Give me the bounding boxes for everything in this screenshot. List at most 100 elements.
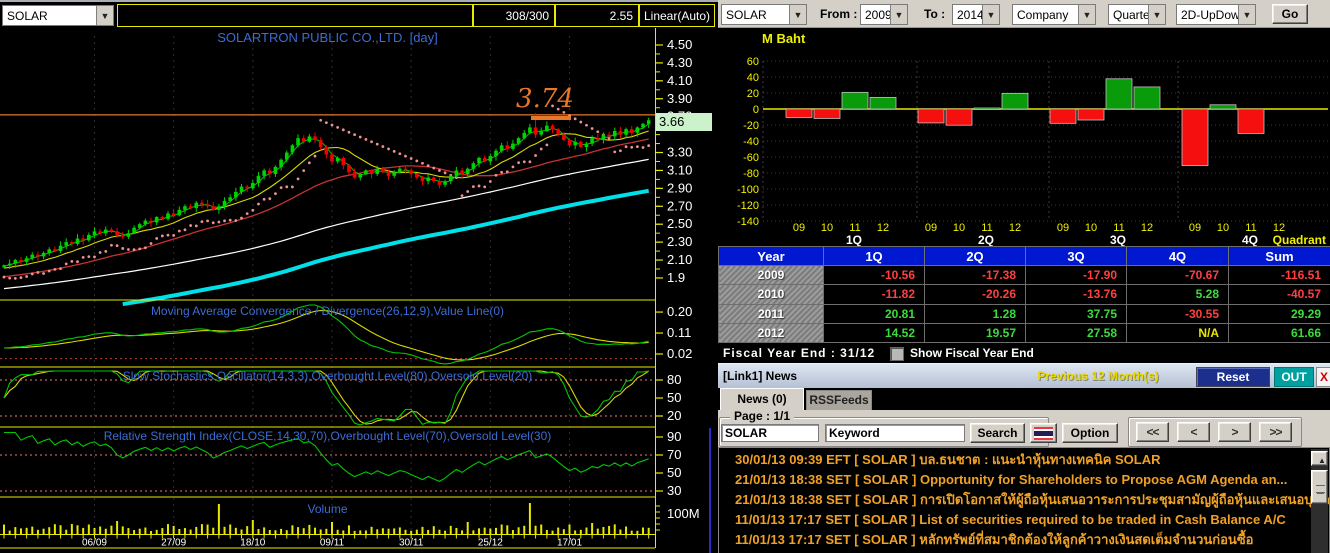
from-year-combobox[interactable]: 2009 ▼ <box>860 4 908 25</box>
previous-page-button[interactable]: < <box>1177 422 1210 442</box>
to-year-combobox[interactable]: 2014 ▼ <box>952 4 1000 25</box>
bar-2012-3Q <box>1133 86 1161 110</box>
svg-text:12: 12 <box>877 222 889 234</box>
svg-text:17/01: 17/01 <box>557 538 582 549</box>
chevron-down-icon[interactable]: ▼ <box>1238 5 1255 24</box>
language-flag-button[interactable] <box>1030 423 1057 443</box>
svg-text:3.90: 3.90 <box>667 91 692 106</box>
value-cell: 27.58 <box>1025 322 1127 344</box>
resistance-underline <box>531 116 571 120</box>
svg-text:09: 09 <box>793 222 805 234</box>
value-cell: 19.57 <box>924 322 1026 344</box>
svg-text:06/09: 06/09 <box>82 538 107 549</box>
svg-text:4.50: 4.50 <box>667 37 692 52</box>
from-year-value: 2009 <box>865 7 890 22</box>
svg-text:100M: 100M <box>667 506 700 521</box>
news-item[interactable]: 21/01/13 18:38 SET [ SOLAR ] การเปิดโอกา… <box>735 490 1329 510</box>
bar-2009-2Q <box>917 108 945 124</box>
value-cell: -17.90 <box>1025 264 1127 286</box>
news-item[interactable]: 21/01/13 18:38 SET [ SOLAR ] Opportunity… <box>735 470 1287 490</box>
news-list[interactable]: 30/01/13 09:39 EFT [ SOLAR ] บล.ธนชาต : … <box>718 447 1330 553</box>
news-item[interactable]: 11/01/13 17:17 SET [ SOLAR ] List of sec… <box>735 510 1286 530</box>
price-chart-canvas[interactable]: 4.504.304.103.903.703.303.102.902.702.50… <box>0 28 718 553</box>
svg-text:2.10: 2.10 <box>667 252 692 267</box>
period-combobox[interactable]: Quarter ▼ <box>1108 4 1166 25</box>
news-range-label: Previous 12 Month(s) <box>1037 369 1159 383</box>
bar-2010-3Q <box>1077 108 1105 121</box>
news-item[interactable]: 30/01/13 09:39 EFT [ SOLAR ] บล.ธนชาต : … <box>735 450 1161 470</box>
svg-text:-140: -140 <box>737 216 759 228</box>
last-page-button[interactable]: >> <box>1259 422 1292 442</box>
svg-text:0.20: 0.20 <box>667 304 692 319</box>
svg-text:12: 12 <box>1141 222 1153 234</box>
table-header: Year 1Q 2Q 3Q 4Q Sum <box>718 246 1330 266</box>
query-toolbar: SOLAR ▼ From : 2009 ▼ To : 2014 ▼ Compan… <box>718 0 1330 28</box>
chevron-down-icon[interactable]: ▼ <box>1078 5 1095 24</box>
svg-text:80: 80 <box>667 372 681 387</box>
chevron-down-icon[interactable]: ▼ <box>96 6 113 25</box>
first-page-button[interactable]: << <box>1136 422 1169 442</box>
svg-text:-20: -20 <box>743 120 759 132</box>
bar-2009-3Q <box>1049 108 1077 124</box>
close-button[interactable]: X <box>1316 367 1330 387</box>
year-cell: 2012 <box>718 322 824 344</box>
resistance-price-label: 3.74 <box>516 84 574 114</box>
value-cell: -17.38 <box>924 264 1026 286</box>
svg-text:25/12: 25/12 <box>478 538 503 549</box>
news-scrollbar[interactable]: ▲ <box>1311 449 1328 553</box>
view-combobox[interactable]: 2D-UpDown ▼ <box>1176 4 1256 25</box>
search-button[interactable]: Search <box>970 423 1025 443</box>
to-year-value: 2014 <box>957 7 982 22</box>
svg-text:60: 60 <box>747 56 759 68</box>
bar-2011-4Q <box>1237 108 1265 134</box>
show-fiscal-checkbox[interactable] <box>890 347 904 361</box>
chevron-down-icon[interactable]: ▼ <box>1148 5 1165 24</box>
go-button[interactable]: Go <box>1272 4 1308 24</box>
svg-text:09: 09 <box>1057 222 1069 234</box>
svg-text:10: 10 <box>1217 222 1229 234</box>
table-row-2009: 2009 -10.56 -17.38 -17.90 -70.67 -116.51 <box>718 264 1330 286</box>
scale-mode-button[interactable]: Linear(Auto) <box>639 4 715 27</box>
quarterly-bar-chart[interactable]: M Baht 60 40 20 0 -20 -40 -60 -80 -100 -120 -140 09 1… <box>718 28 1330 247</box>
tab-rssfeeds[interactable]: RSSFeeds <box>806 390 872 410</box>
svg-text:10: 10 <box>1085 222 1097 234</box>
svg-text:2.50: 2.50 <box>667 216 692 231</box>
tab-news[interactable]: News (0) <box>720 388 804 410</box>
out-button[interactable]: OUT <box>1274 367 1314 387</box>
fiscal-year-bar: Fiscal Year End : 31/12 Show Fiscal Year… <box>718 343 1330 363</box>
reset-button[interactable]: Reset <box>1196 367 1270 387</box>
chevron-down-icon[interactable]: ▼ <box>890 5 907 24</box>
news-item[interactable]: 11/01/13 17:17 SET [ SOLAR ] หลักทรัพย์ท… <box>735 530 1253 550</box>
value-cell: -116.51 <box>1228 264 1330 286</box>
symbol-combobox-right[interactable]: SOLAR ▼ <box>721 4 807 25</box>
from-label: From : <box>820 7 858 21</box>
value-cell: -30.55 <box>1126 303 1229 324</box>
svg-text:1.9: 1.9 <box>667 270 685 285</box>
svg-text:30: 30 <box>667 483 681 498</box>
bar-2010-4Q <box>1209 104 1237 110</box>
symbol-search-input[interactable] <box>721 424 819 442</box>
next-page-button[interactable]: > <box>1218 422 1251 442</box>
chevron-down-icon[interactable]: ▼ <box>982 5 999 24</box>
svg-text:12: 12 <box>1009 222 1021 234</box>
symbol-combobox[interactable]: SOLAR ▼ <box>2 5 114 26</box>
chevron-down-icon[interactable]: ▼ <box>789 5 806 24</box>
thai-flag-icon <box>1034 426 1053 440</box>
page-indicator: Page : 1/1 <box>730 409 795 423</box>
bar-chart-canvas: M Baht60 40 20 0 -20 -40 -60 -80 -100 -120 -140 09 1… <box>737 31 1328 247</box>
scrollbar-thumb[interactable] <box>1311 470 1328 504</box>
option-button[interactable]: Option <box>1062 423 1118 443</box>
value-cell: 14.52 <box>823 322 925 344</box>
scope-combobox[interactable]: Company ▼ <box>1012 4 1096 25</box>
svg-text:2.30: 2.30 <box>667 234 692 249</box>
svg-text:09/11: 09/11 <box>320 538 345 549</box>
svg-text:4Q: 4Q <box>1242 233 1258 246</box>
value-cell: -70.67 <box>1126 264 1229 286</box>
bar-2010-2Q <box>945 108 973 126</box>
candlestick-chart-area[interactable]: 4.504.304.103.903.703.303.102.902.702.50… <box>0 28 718 553</box>
news-tabs: News (0) RSSFeeds <box>718 388 1330 410</box>
macd-title: Moving Average Convergence / Divergence(… <box>150 304 505 318</box>
scroll-up-icon[interactable]: ▲ <box>1311 451 1328 466</box>
keyword-input[interactable] <box>825 424 965 442</box>
news-panel-title: [Link1] News <box>723 369 798 383</box>
